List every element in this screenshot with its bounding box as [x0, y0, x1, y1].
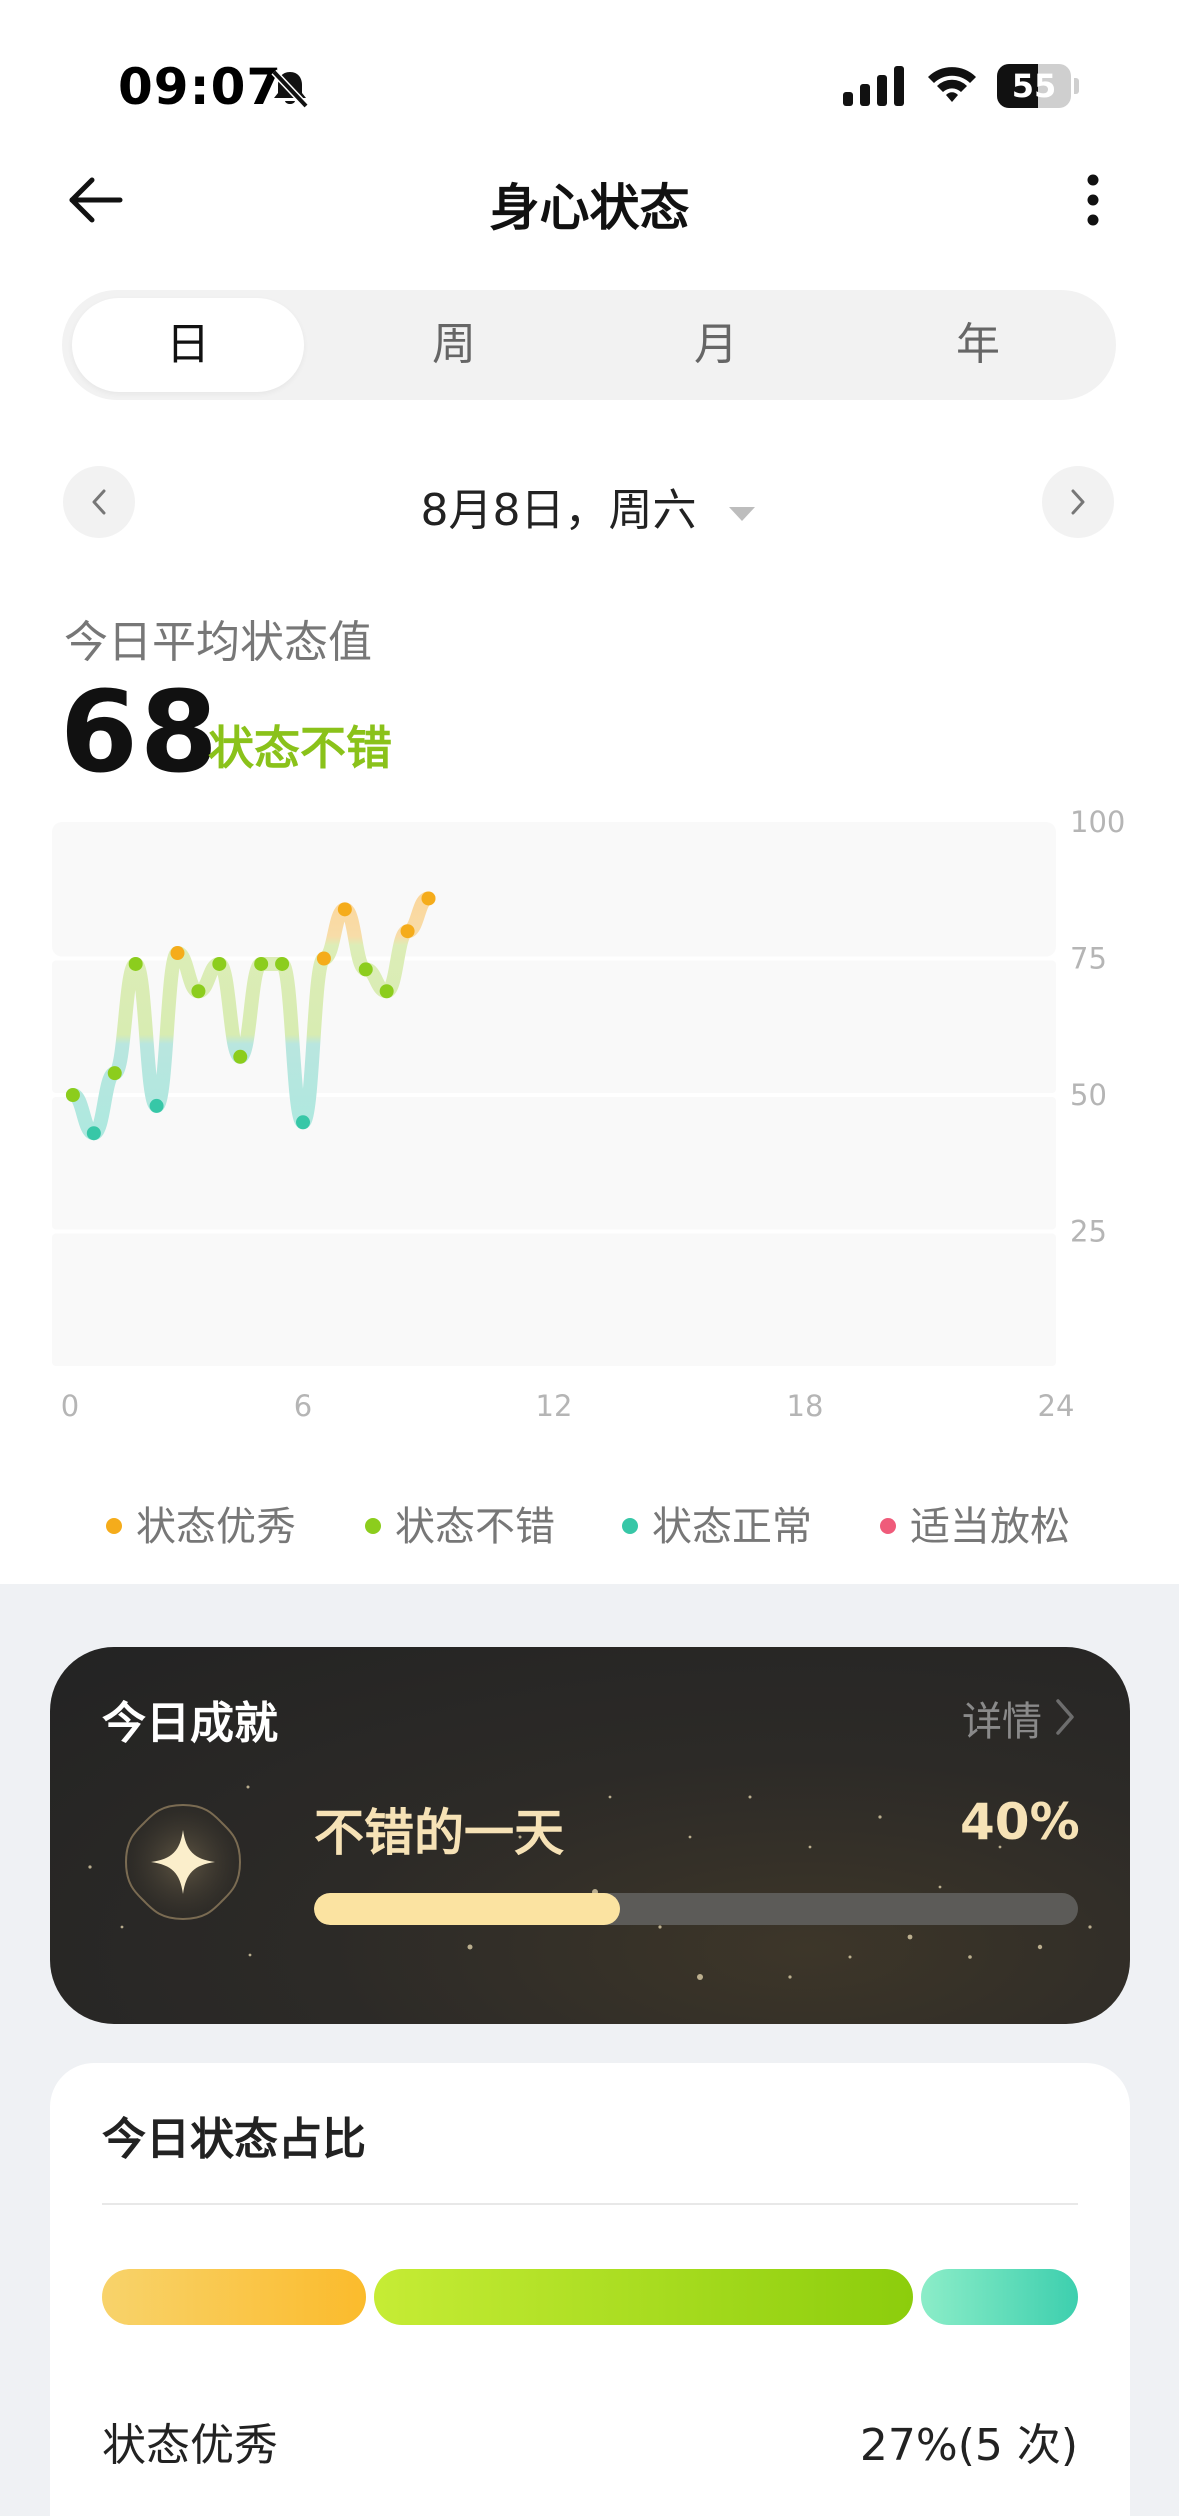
date-dropdown[interactable]: 8月8日，周六 [0, 474, 1179, 538]
chart-point [379, 984, 394, 999]
legend-dot [622, 1518, 638, 1534]
divider [102, 2203, 1078, 2205]
legend-item-excellent: 状态优秀 [106, 1494, 296, 1552]
legend-label: 状态不错 [395, 1504, 555, 1550]
chart-point [191, 984, 206, 999]
legend-label: 适当放松 [910, 1504, 1070, 1550]
y-tick-label: 25 [1070, 1215, 1107, 1249]
y-tick-label: 75 [1070, 942, 1107, 976]
x-tick-label: 18 [787, 1389, 824, 1423]
legend-label: 状态优秀 [136, 1504, 296, 1550]
chart-point [107, 1066, 122, 1081]
status-ratio-card: 今日状态占比 状态优秀 27%(5 次) [50, 2063, 1130, 2516]
legend-dot [106, 1518, 122, 1534]
achievement-progress-fill [314, 1893, 620, 1925]
status-bar: 09:07 55 [0, 0, 1179, 170]
page-title: 身心状态 [489, 179, 690, 237]
avg-score-label: 今日平均状态值 [64, 617, 372, 668]
tab-day[interactable]: 日 [72, 298, 304, 392]
achievement-star-badge-icon [118, 1797, 248, 1931]
chart-point [337, 902, 352, 917]
signal-icon [843, 66, 905, 110]
legend-item-normal: 状态正常 [622, 1494, 812, 1552]
chevron-right-icon [1054, 1697, 1076, 1741]
chart-point [233, 1049, 248, 1064]
next-date-button[interactable] [1042, 466, 1114, 538]
achievement-name: 不错的一天 [314, 1804, 564, 1862]
chart-point [149, 1098, 164, 1113]
y-tick-label: 100 [1070, 805, 1125, 839]
chart-point [254, 956, 269, 971]
nav-bar: 身心状态 [0, 150, 1179, 250]
achievement-detail-link[interactable]: 详情 [962, 1689, 1042, 1747]
wifi-icon [925, 62, 979, 110]
ratio-row-label: 状态优秀 [102, 2420, 278, 2471]
status-chart: 100 75 50 25 0 6 12 18 24 [0, 800, 1179, 1440]
avg-score-value: 68 [60, 668, 220, 798]
legend-item-good: 状态不错 [365, 1494, 555, 1552]
ratio-bar-good [374, 2269, 914, 2325]
achievement-percent: 40% [960, 1793, 1080, 1851]
legend-item-relax: 适当放松 [880, 1494, 1070, 1552]
avg-score-status: 状态不错 [208, 721, 392, 775]
tab-week[interactable]: 周 [338, 298, 570, 392]
battery-indicator: 55 [997, 64, 1079, 108]
status-time: 09:07 [118, 58, 283, 116]
tab-month[interactable]: 月 [600, 298, 832, 392]
x-tick-label: 6 [294, 1389, 312, 1423]
more-vertical-icon [1087, 174, 1099, 226]
bell-slash-icon [268, 66, 312, 114]
chart-point [316, 951, 331, 966]
legend-label: 状态正常 [652, 1504, 812, 1550]
caret-down-icon [711, 485, 759, 536]
chart-point [358, 962, 373, 977]
chart-point [128, 956, 143, 971]
chart-legend: 状态优秀 状态不错 状态正常 适当放松 [0, 1494, 1179, 1554]
x-tick-label: 0 [61, 1389, 79, 1423]
ratio-row-value: 27%(5 次) [859, 2420, 1078, 2471]
chart-point [212, 956, 227, 971]
chart-point [86, 1126, 101, 1141]
chart-point [275, 956, 290, 971]
achievement-progress-track [314, 1893, 1078, 1925]
ratio-bar-excellent [102, 2269, 367, 2325]
achievement-card[interactable]: 今日成就 详情 不错的一天 40% [50, 1647, 1130, 2024]
chart-point [421, 891, 436, 906]
chart-point [65, 1088, 80, 1102]
chart-point [170, 946, 185, 961]
period-segmented-control: 日 周 月 年 [62, 290, 1116, 400]
x-tick-label: 24 [1038, 1389, 1075, 1423]
x-tick-label: 12 [536, 1389, 573, 1423]
achievement-title: 今日成就 [102, 1698, 278, 1749]
chart-grid-band [52, 1233, 1056, 1366]
legend-dot [880, 1518, 896, 1534]
chart-grid-band [52, 822, 1056, 957]
chart-point [296, 1115, 310, 1130]
y-tick-label: 50 [1070, 1078, 1107, 1112]
status-chart-svg: 100 75 50 25 0 6 12 18 24 [52, 805, 1125, 1423]
ratio-title: 今日状态占比 [102, 2114, 366, 2165]
more-button[interactable] [1070, 170, 1116, 230]
date-selector: 8月8日，周六 [0, 462, 1179, 542]
chart-grid-band [52, 1097, 1056, 1230]
tab-year[interactable]: 年 [862, 298, 1094, 392]
ratio-bar-normal [921, 2269, 1078, 2325]
chevron-right-icon [1071, 489, 1085, 515]
chart-point [400, 924, 415, 939]
battery-level-text: 55 [1011, 67, 1057, 105]
date-label: 8月8日，周六 [420, 485, 697, 536]
legend-dot [365, 1518, 381, 1534]
